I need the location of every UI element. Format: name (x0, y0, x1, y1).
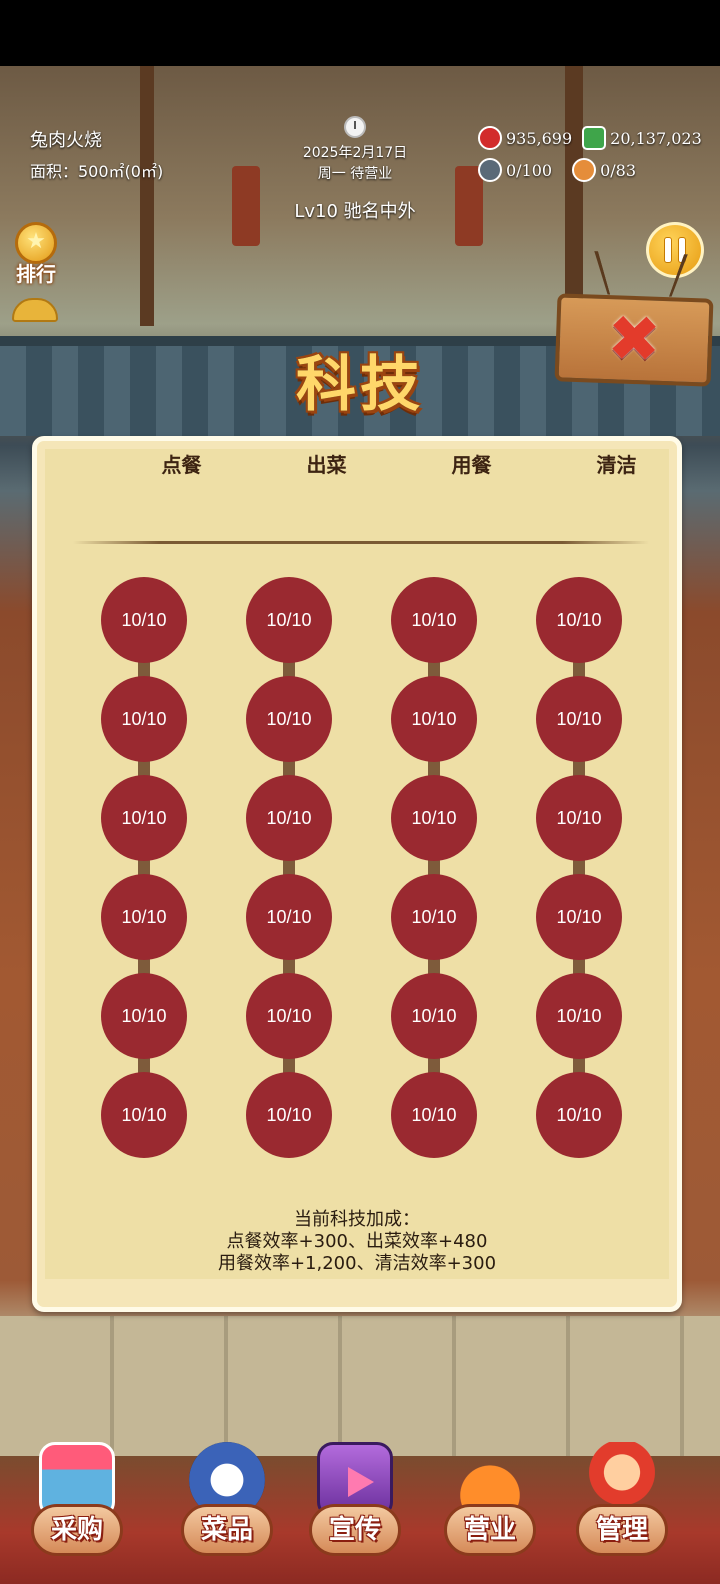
weekday-status: 周一 待营业 (317, 166, 393, 182)
tech-node[interactable]: 10/10 (391, 874, 477, 960)
wooden-beam (140, 66, 154, 326)
summary-line: 点餐效率+300、出菜效率+480 (226, 1231, 488, 1252)
nav-label: 营业 (444, 1504, 536, 1556)
trophy-star-icon (15, 222, 57, 264)
tech-node[interactable]: 10/10 (391, 973, 477, 1059)
bottom-nav: 采购 菜品 宣传 营业 管理 (0, 1432, 720, 1584)
tech-column-dine: 10/10 10/10 10/10 10/10 10/10 10/10 (389, 577, 479, 1167)
tech-node[interactable]: 10/10 (101, 676, 187, 762)
date-level-info: 2025年2月17日 周一 待营业 Lv10 驰名中外 (250, 116, 460, 223)
date-text: 2025年2月17日 (302, 145, 408, 161)
hearts-counter[interactable]: 935,699 (478, 126, 572, 150)
column-header-clean: 清洁 (596, 453, 637, 477)
shop-info: 兔肉火烧 面积：500㎡(0㎡) (30, 126, 163, 182)
nav-purchase-button[interactable]: 采购 (27, 1432, 127, 1572)
tech-node[interactable]: 10/10 (536, 1072, 622, 1158)
nav-label: 采购 (31, 1504, 123, 1556)
tech-node[interactable]: 10/10 (536, 775, 622, 861)
nav-dishes-button[interactable]: 菜品 (177, 1432, 277, 1572)
rank-button[interactable]: 排行 (8, 222, 64, 287)
customer-icon (572, 158, 597, 182)
hearts-value: 935,699 (506, 128, 573, 148)
tech-node[interactable]: 10/10 (391, 1072, 477, 1158)
cook-icon (478, 158, 502, 182)
tech-node[interactable]: 10/10 (101, 973, 187, 1059)
cash-value: 20,137,023 (610, 128, 702, 148)
customers-value: 0/83 (600, 160, 637, 180)
cooks-value: 0/100 (506, 160, 553, 180)
resource-panel: 935,699 20,137,023 0/100 0/83 (478, 122, 712, 186)
column-header-order: 点餐 (161, 453, 202, 477)
tech-node[interactable]: 10/10 (246, 577, 332, 663)
nav-manage-button[interactable]: 管理 (572, 1432, 672, 1572)
tech-node[interactable]: 10/10 (246, 874, 332, 960)
tech-column-serve: 10/10 10/10 10/10 10/10 10/10 10/10 (244, 577, 334, 1167)
column-header-dine: 用餐 (451, 453, 492, 477)
shop-area: 面积：500㎡(0㎡) (30, 162, 164, 181)
header-divider (73, 541, 649, 544)
tech-node[interactable]: 10/10 (246, 775, 332, 861)
cash-icon (582, 126, 607, 150)
tech-node[interactable]: 10/10 (536, 676, 622, 762)
nav-label: 管理 (576, 1504, 668, 1556)
page-title: 科技 (296, 350, 424, 420)
tech-node[interactable]: 10/10 (391, 577, 477, 663)
summary-line: 用餐效率+1,200、清洁效率+300 (217, 1253, 497, 1274)
tech-node[interactable]: 10/10 (536, 577, 622, 663)
pause-icon (664, 237, 672, 263)
tech-column-order: 10/10 10/10 10/10 10/10 10/10 10/10 (99, 577, 189, 1167)
tech-node[interactable]: 10/10 (246, 676, 332, 762)
column-header-serve: 出菜 (306, 453, 347, 477)
tech-node[interactable]: 10/10 (536, 874, 622, 960)
restaurant-level: Lv10 驰名中外 (294, 201, 416, 222)
tech-bonus-summary: 当前科技加成： 点餐效率+300、出菜效率+480 用餐效率+1,200、清洁效… (45, 1209, 669, 1275)
alarm-clock-icon[interactable] (344, 116, 366, 138)
tech-node[interactable]: 10/10 (101, 775, 187, 861)
nav-business-button[interactable]: 营业 (440, 1432, 540, 1572)
tech-node[interactable]: 10/10 (101, 1072, 187, 1158)
tech-node[interactable]: 10/10 (536, 973, 622, 1059)
tech-column-clean: 10/10 10/10 10/10 10/10 10/10 10/10 (534, 577, 624, 1167)
shop-name: 兔肉火烧 (30, 130, 102, 151)
nav-label: 宣传 (309, 1504, 401, 1556)
tech-panel: 点餐 出菜 用餐 清洁 10/10 10/10 10/10 10/10 10/1… (32, 436, 682, 1312)
tech-node[interactable]: 10/10 (246, 973, 332, 1059)
customers-counter[interactable]: 0/83 (572, 158, 636, 182)
tech-node[interactable]: 10/10 (391, 676, 477, 762)
nav-promote-button[interactable]: 宣传 (305, 1432, 405, 1572)
wooden-beam (565, 66, 583, 326)
nav-label: 菜品 (181, 1504, 273, 1556)
heart-icon (478, 126, 502, 150)
tech-node[interactable]: 10/10 (391, 775, 477, 861)
cooks-counter[interactable]: 0/100 (478, 158, 552, 182)
tech-panel-body: 点餐 出菜 用餐 清洁 10/10 10/10 10/10 10/10 10/1… (45, 449, 669, 1279)
tech-node[interactable]: 10/10 (101, 874, 187, 960)
cash-counter[interactable]: 20,137,023 (582, 126, 702, 150)
summary-heading: 当前科技加成： (294, 1209, 420, 1230)
tech-node[interactable]: 10/10 (246, 1072, 332, 1158)
tech-node[interactable]: 10/10 (101, 577, 187, 663)
